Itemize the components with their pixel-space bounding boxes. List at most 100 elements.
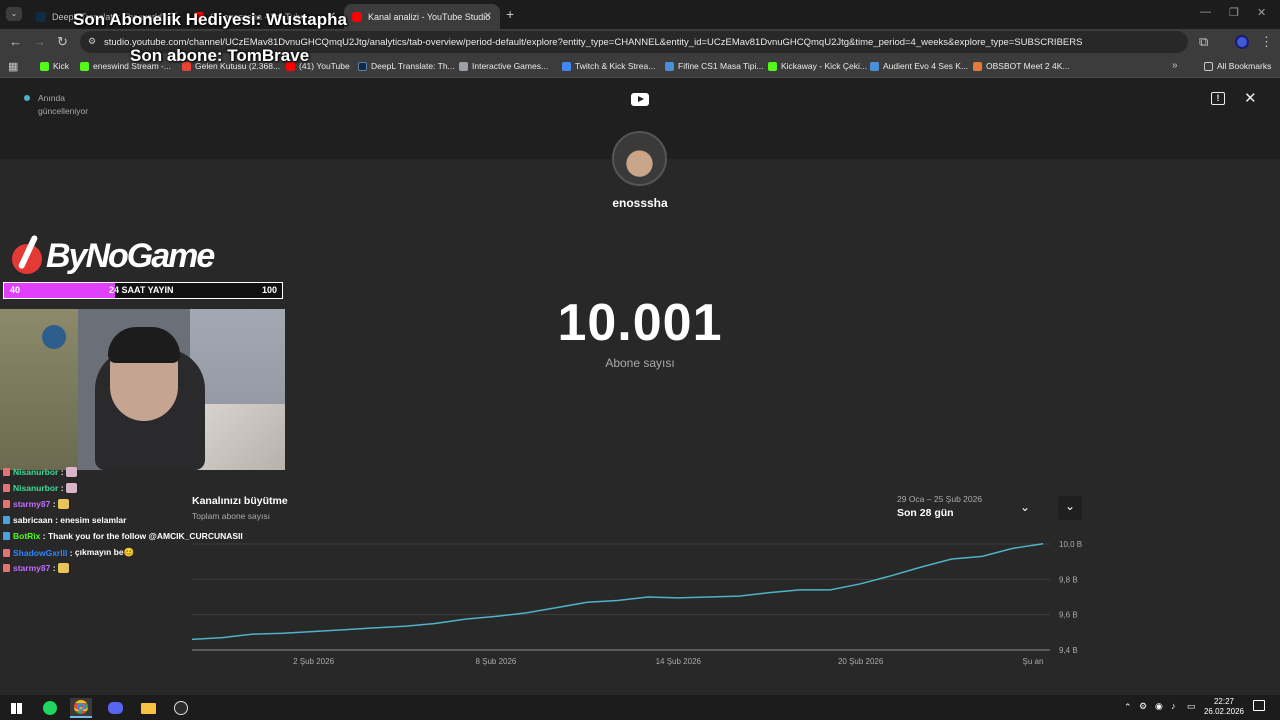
bynogame-logo-icon [10,234,44,274]
spotify-icon[interactable] [39,698,61,718]
data-point[interactable] [767,591,771,595]
chat-badge-icon [3,532,10,540]
progress-current: 40 [10,285,21,295]
browser-tab-studio[interactable]: Kanal analizi - YouTube Studio ✕ [344,4,500,29]
data-point[interactable] [312,629,316,633]
close-icon[interactable]: ✕ [1244,89,1257,107]
progress-label: 24 SAAT YAYIN [109,285,174,295]
chat-username: BotRix [13,531,41,541]
network-icon[interactable]: ▭ [1187,701,1196,712]
clock-date[interactable]: 26.02.2026 [1202,707,1246,716]
period-dropdown-icon[interactable]: ⌄ [1020,500,1030,514]
subscriber-count: 10.001 [557,294,723,352]
data-point[interactable] [1011,546,1015,550]
volume-icon[interactable]: ♪ [1171,701,1176,711]
forward-arrow-icon[interactable]: → [33,34,46,50]
data-point[interactable] [707,595,711,599]
bookmark-item[interactable]: DeepL Translate: Th... [358,61,455,71]
site-info-icon[interactable]: ⚙ [88,36,96,47]
brand-name: ByNoGame [46,237,215,275]
close-tab-icon[interactable]: ✕ [484,11,492,22]
chrome-icon[interactable] [70,698,92,718]
deepl-icon [36,11,46,22]
chat-text: enesim selamlar [60,515,127,525]
data-point[interactable] [676,596,680,600]
bookmark-label: Interactive Games... [472,61,549,71]
bookmark-label: Kick [53,61,70,71]
data-point[interactable] [889,574,893,578]
more-bookmarks-icon[interactable]: » [1172,60,1178,71]
chat-separator: : [58,467,66,477]
kick-icon [80,61,89,71]
data-point[interactable] [585,600,589,604]
expand-chart-button[interactable]: ⌄ [1058,496,1082,520]
subscriber-chart: 10,0 B 9,8 B 9,6 B 9,4 B 2 Şub 2026 8 Şub 202… [190,540,1082,666]
extensions-icon[interactable]: ⧉ [1199,34,1208,50]
chat-separator: : [67,547,75,558]
discord-icon[interactable] [104,698,126,718]
chat-separator: : [40,531,48,541]
obs-icon[interactable] [170,698,192,718]
profile-avatar[interactable] [1235,35,1249,49]
data-point[interactable] [616,599,620,603]
minimize-icon[interactable]: — [1200,6,1211,18]
live-sublabel: güncelleniyor [38,106,89,116]
close-window-icon[interactable]: ✕ [1257,6,1266,19]
restore-icon[interactable]: ❐ [1229,6,1239,19]
reload-icon[interactable]: ↻ [57,34,68,50]
data-point[interactable] [342,628,346,632]
data-point[interactable] [524,611,528,615]
data-point[interactable] [372,626,376,630]
data-point[interactable] [919,565,923,569]
data-point[interactable] [950,557,954,561]
bookmark-item[interactable]: OBSBOT Meet 2 4K... [973,61,1069,71]
chat-username: ShadowGxrlll [13,547,68,558]
windows-start-icon[interactable] [5,698,27,718]
clock-time[interactable]: 22:27 [1202,697,1246,706]
shop-icon [870,61,879,71]
data-point[interactable] [859,582,863,586]
period-label[interactable]: Son 28 gün [897,507,954,519]
bookmark-item[interactable]: Twitch & Kick Strea... [562,61,655,71]
data-point[interactable] [646,595,650,599]
feedback-icon[interactable]: ! [1211,92,1225,105]
data-point[interactable] [220,636,224,640]
data-point[interactable] [190,637,194,641]
subscriber-series-line[interactable] [191,543,1044,641]
last-subscriber-text: Son abone: TomBrave [130,46,310,65]
data-point[interactable] [403,624,407,628]
bookmark-item[interactable]: Kick [40,61,69,71]
bookmark-item[interactable]: Fifine CS1 Masa Tipi... [665,61,764,71]
data-point[interactable] [980,554,984,558]
bookmark-item[interactable]: Kickaway - Kick Çeki... [768,61,867,71]
back-arrow-icon[interactable]: ← [9,34,22,50]
data-point[interactable] [433,622,437,626]
apps-grid-icon[interactable]: ▦ [8,60,18,73]
data-point[interactable] [251,632,255,636]
progress-goal: 100 [261,285,277,295]
x-tick-label: 20 Şub 2026 [838,657,884,666]
chat-separator: : [52,515,61,525]
tray-expand-icon[interactable]: ⌃ [1124,702,1132,713]
data-point[interactable] [494,614,498,618]
new-tab-button[interactable]: + [506,6,514,22]
data-point[interactable] [737,594,741,598]
bookmark-item[interactable]: Audient Evo 4 Ses K... [870,61,968,71]
chat-username: Nisanurbor [13,467,59,477]
menu-kebab-icon[interactable]: ⋮ [1260,34,1273,50]
controller-tray-icon[interactable]: ◉ [1155,701,1163,712]
tab-search-button[interactable]: ⌄ [6,7,22,21]
bookmark-item[interactable]: Interactive Games... [459,61,548,71]
file-explorer-icon[interactable] [137,698,159,718]
data-point[interactable] [1041,542,1045,546]
all-bookmarks-button[interactable]: All Bookmarks [1204,61,1271,71]
data-point[interactable] [555,606,559,610]
data-point[interactable] [828,588,832,592]
chat-badge-icon [3,564,10,572]
chat-badge-icon [3,484,10,492]
notifications-icon[interactable] [1253,700,1265,711]
data-point[interactable] [798,588,802,592]
steam-tray-icon[interactable]: ⚙ [1139,701,1147,712]
data-point[interactable] [464,617,468,621]
data-point[interactable] [281,631,285,635]
